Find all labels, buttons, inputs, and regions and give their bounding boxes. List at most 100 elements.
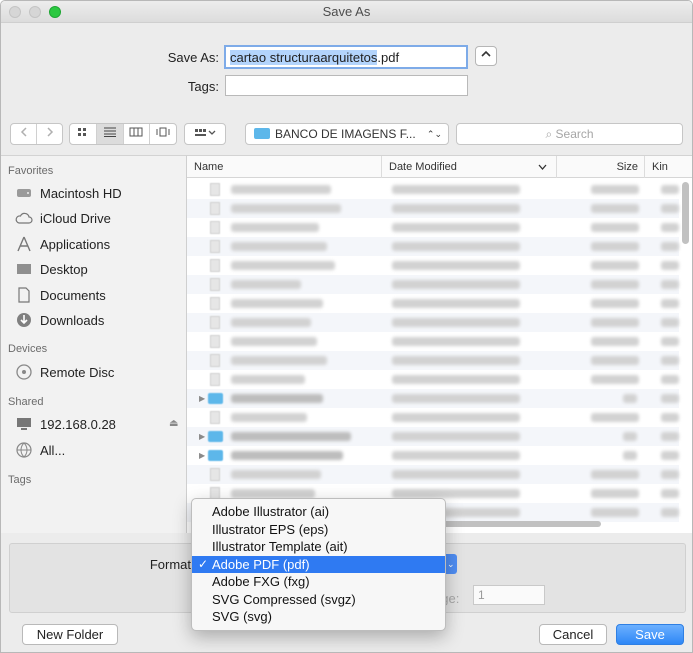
collapse-disclosure-button[interactable] xyxy=(475,46,497,66)
size-redacted xyxy=(591,356,639,365)
format-option-fxg[interactable]: Adobe FXG (fxg) xyxy=(192,573,445,591)
view-mode-control xyxy=(69,123,177,145)
cloud-icon xyxy=(15,210,33,226)
date-redacted xyxy=(392,337,520,346)
size-redacted xyxy=(591,318,639,327)
range-field[interactable]: 1 xyxy=(473,585,545,605)
date-redacted xyxy=(392,356,520,365)
format-option-svg[interactable]: SVG (svg) xyxy=(192,608,445,626)
file-row[interactable]: ▶ xyxy=(187,389,679,408)
location-popup[interactable]: BANCO DE IMAGENS F... ⌃⌄ xyxy=(245,123,449,145)
file-row[interactable] xyxy=(187,465,679,484)
file-row[interactable] xyxy=(187,218,679,237)
sidebar-item-documents[interactable]: Documents xyxy=(15,284,106,306)
horizontal-scrollbar[interactable] xyxy=(439,521,601,527)
cover-flow-button[interactable] xyxy=(150,124,176,144)
sidebar-item-label: Applications xyxy=(40,236,111,252)
tags-field[interactable] xyxy=(225,75,468,96)
column-header-date[interactable]: Date Modified xyxy=(382,156,557,178)
file-row[interactable] xyxy=(187,351,679,370)
file-icon xyxy=(210,183,220,196)
filename-extension: .pdf xyxy=(377,50,400,65)
save-button[interactable]: Save xyxy=(616,624,684,645)
list-view-button[interactable] xyxy=(96,124,124,144)
save-as-dialog: Save As Save As: cartao structuraarquite… xyxy=(0,0,693,653)
format-option-svgz[interactable]: SVG Compressed (svgz) xyxy=(192,591,445,609)
close-window-button[interactable] xyxy=(9,6,21,18)
new-folder-button[interactable]: New Folder xyxy=(22,624,118,645)
disclosure-triangle-icon[interactable]: ▶ xyxy=(199,451,205,460)
sidebar-item-remote-disc[interactable]: Remote Disc xyxy=(15,361,114,383)
column-header-size[interactable]: Size xyxy=(557,156,645,178)
back-button[interactable] xyxy=(11,124,37,144)
column-header-kind[interactable]: Kin xyxy=(645,156,692,178)
date-redacted xyxy=(392,223,520,232)
zoom-window-button[interactable] xyxy=(49,6,61,18)
file-row[interactable] xyxy=(187,313,679,332)
forward-button[interactable] xyxy=(37,124,62,144)
sidebar-item-all[interactable]: All... xyxy=(15,439,65,461)
file-list-header: Name Date Modified Size Kin xyxy=(187,156,692,178)
file-row[interactable] xyxy=(187,370,679,389)
file-icon xyxy=(210,202,220,215)
file-row[interactable] xyxy=(187,199,679,218)
icon-view-button[interactable] xyxy=(70,124,97,144)
sidebar-item-server[interactable]: 192.168.0.28 xyxy=(15,413,116,435)
kind-redacted xyxy=(661,204,679,213)
folder-icon xyxy=(208,393,223,404)
file-row[interactable]: ▶ xyxy=(187,427,679,446)
kind-redacted xyxy=(661,489,679,498)
file-row[interactable] xyxy=(187,294,679,313)
search-field[interactable]: ⌕ Search xyxy=(456,123,683,145)
file-row[interactable] xyxy=(187,408,679,427)
date-redacted xyxy=(392,413,520,422)
sidebar-heading-favorites: Favorites xyxy=(8,165,54,177)
date-redacted xyxy=(392,489,520,498)
menu-item-label: Illustrator EPS (eps) xyxy=(212,521,329,537)
sidebar-item-macintosh-hd[interactable]: Macintosh HD xyxy=(15,182,122,204)
disclosure-triangle-icon[interactable]: ▶ xyxy=(199,432,205,441)
vertical-scrollbar[interactable] xyxy=(682,182,689,244)
column-header-name[interactable]: Name xyxy=(187,156,382,178)
disclosure-triangle-icon[interactable]: ▶ xyxy=(199,394,205,403)
file-list: Name Date Modified Size Kin ▶ ▶ ▶ xyxy=(187,155,692,533)
kind-redacted xyxy=(661,223,679,232)
file-row[interactable] xyxy=(187,332,679,351)
format-option-eps[interactable]: Illustrator EPS (eps) xyxy=(192,521,445,539)
file-row[interactable] xyxy=(187,256,679,275)
eject-icon[interactable]: ⏏ xyxy=(169,418,178,429)
size-redacted xyxy=(623,394,637,403)
format-option-ait[interactable]: Illustrator Template (ait) xyxy=(192,538,445,556)
date-redacted xyxy=(392,318,520,327)
format-option-ai[interactable]: Adobe Illustrator (ai) xyxy=(192,503,445,521)
date-redacted xyxy=(392,470,520,479)
cancel-button[interactable]: Cancel xyxy=(539,624,607,645)
title-bar: Save As xyxy=(1,1,692,23)
sidebar-item-label: Desktop xyxy=(40,261,88,277)
sidebar-item-applications[interactable]: Applications xyxy=(15,233,110,255)
kind-redacted xyxy=(661,470,679,479)
date-redacted xyxy=(392,204,520,213)
file-name-redacted xyxy=(231,261,335,270)
arrange-button[interactable] xyxy=(184,123,226,145)
size-redacted xyxy=(591,261,639,270)
size-redacted xyxy=(623,432,637,441)
filename-field[interactable]: cartao structuraarquitetos.pdf xyxy=(224,45,468,69)
file-name-redacted xyxy=(231,204,341,213)
format-option-pdf[interactable]: ✓ Adobe PDF (pdf) xyxy=(192,555,445,573)
sidebar-item-downloads[interactable]: Downloads xyxy=(15,309,104,331)
file-row[interactable] xyxy=(187,237,679,256)
sidebar-item-desktop[interactable]: Desktop xyxy=(15,258,88,280)
minimize-window-button[interactable] xyxy=(29,6,41,18)
file-row[interactable] xyxy=(187,275,679,294)
column-view-button[interactable] xyxy=(124,124,151,144)
file-row[interactable] xyxy=(187,180,679,199)
search-icon: ⌕ xyxy=(545,127,553,141)
size-redacted xyxy=(591,489,639,498)
sidebar-item-icloud-drive[interactable]: iCloud Drive xyxy=(15,207,111,229)
file-row[interactable]: ▶ xyxy=(187,446,679,465)
tags-label: Tags: xyxy=(187,79,219,94)
file-icon xyxy=(210,278,220,291)
document-icon xyxy=(15,287,33,303)
chevron-left-icon xyxy=(20,127,27,137)
